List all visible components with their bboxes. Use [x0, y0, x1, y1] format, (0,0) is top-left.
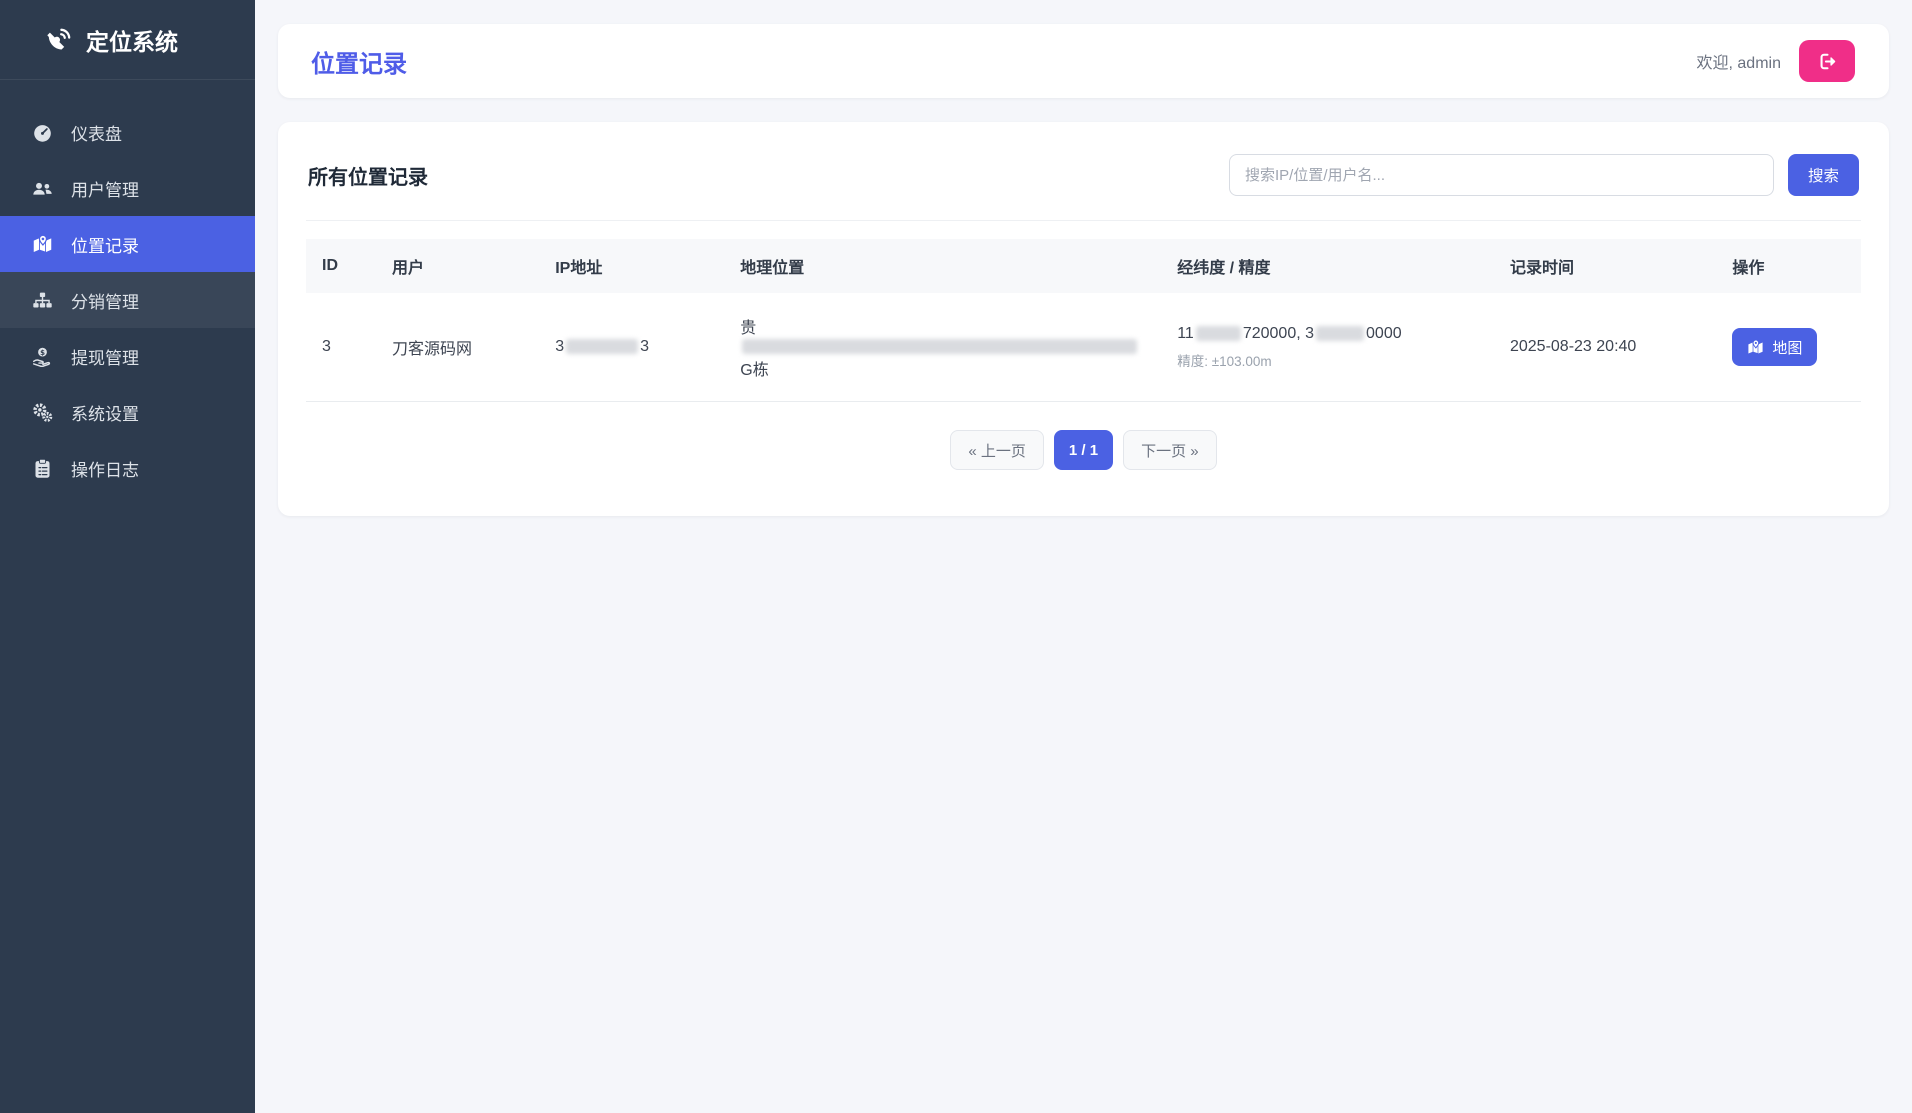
records-card: 所有位置记录 搜索 ID 用户 IP地址 地理位置 经纬度 / 精度 记录时间 …: [278, 122, 1889, 516]
search-input[interactable]: [1229, 154, 1774, 196]
map-button-label: 地图: [1772, 337, 1802, 358]
pagination: « 上一页 1 / 1 下一页 »: [306, 430, 1861, 470]
sign-out-icon: [1818, 52, 1837, 71]
gauge-icon: [30, 122, 54, 143]
coord-mid: 720000, 3: [1243, 325, 1314, 342]
welcome-text: 欢迎, admin: [1697, 49, 1781, 73]
sidebar-nav: 仪表盘 用户管理 位置记录 分销管理: [0, 80, 255, 496]
column-header-id: ID: [306, 239, 376, 293]
sidebar-item-distribution[interactable]: 分销管理: [0, 272, 255, 328]
column-header-actions: 操作: [1716, 239, 1861, 293]
sidebar-item-label: 系统设置: [71, 400, 139, 425]
gears-icon: [30, 402, 54, 423]
column-header-location: 地理位置: [724, 239, 1161, 293]
ip-redacted-blur: [566, 339, 638, 354]
app-logo: 定位系统: [0, 0, 255, 80]
cell-coordinates: 11 720000, 3 0000 精度: ±103.00m: [1161, 293, 1494, 402]
sidebar-item-settings[interactable]: 系统设置: [0, 384, 255, 440]
logout-button[interactable]: [1799, 40, 1855, 82]
search-button[interactable]: 搜索: [1788, 154, 1859, 196]
location-redacted-blur: [742, 339, 1137, 354]
table-header: ID 用户 IP地址 地理位置 经纬度 / 精度 记录时间 操作: [306, 239, 1861, 293]
table-row: 3 刀客源码网 33 贵G栋 11720000, 30000 精度: ±103.…: [306, 293, 1861, 402]
next-page-button[interactable]: 下一页 »: [1123, 430, 1217, 470]
user-area: 欢迎, admin: [1697, 40, 1855, 82]
sidebar-item-label: 仪表盘: [71, 120, 122, 145]
cell-actions: 地图: [1716, 293, 1861, 402]
satellite-dish-icon: [46, 27, 72, 53]
sidebar-item-label: 提现管理: [71, 344, 139, 369]
records-title: 所有位置记录: [308, 161, 428, 190]
sidebar-item-label: 操作日志: [71, 456, 139, 481]
app-title: 定位系统: [86, 23, 178, 57]
column-header-time: 记录时间: [1494, 239, 1716, 293]
search-area: 搜索: [1229, 154, 1859, 196]
accuracy-text: 精度: ±103.00m: [1177, 350, 1478, 370]
coordinates-line: 11 720000, 3 0000: [1177, 325, 1478, 343]
coord-redacted-blur-1: [1196, 326, 1241, 341]
sidebar-item-users[interactable]: 用户管理: [0, 160, 255, 216]
ip-prefix: 3: [555, 338, 564, 355]
sitemap-icon: [30, 290, 54, 311]
location-prefix: 贵: [740, 320, 756, 337]
ip-suffix: 3: [640, 338, 649, 355]
clipboard-list-icon: [30, 458, 54, 479]
coord-prefix: 11: [1177, 325, 1194, 342]
app-layout: 定位系统 仪表盘 用户管理 位置记录: [0, 0, 1912, 1113]
cell-id: 3: [306, 293, 376, 402]
prev-page-button[interactable]: « 上一页: [950, 430, 1044, 470]
records-toolbar: 所有位置记录 搜索: [306, 150, 1861, 221]
cell-ip: 33: [539, 293, 724, 402]
sidebar: 定位系统 仪表盘 用户管理 位置记录: [0, 0, 255, 1113]
svg-text:$: $: [40, 348, 45, 356]
sidebar-item-dashboard[interactable]: 仪表盘: [0, 104, 255, 160]
location-suffix: G栋: [740, 362, 768, 379]
page-title: 位置记录: [311, 44, 407, 79]
column-header-coordinates: 经纬度 / 精度: [1161, 239, 1494, 293]
hand-holding-dollar-icon: $: [30, 346, 54, 367]
sidebar-item-logs[interactable]: 操作日志: [0, 440, 255, 496]
column-header-ip: IP地址: [539, 239, 724, 293]
coord-suffix: 0000: [1366, 325, 1402, 342]
coord-redacted-blur-2: [1316, 326, 1364, 341]
sidebar-item-label: 用户管理: [71, 176, 139, 201]
current-page-indicator: 1 / 1: [1054, 430, 1113, 470]
cell-time: 2025-08-23 20:40: [1494, 293, 1716, 402]
cell-user: 刀客源码网: [376, 293, 539, 402]
sidebar-item-label: 位置记录: [71, 232, 139, 257]
map-button[interactable]: 地图: [1732, 328, 1817, 366]
header-card: 位置记录 欢迎, admin: [278, 24, 1889, 98]
records-table: ID 用户 IP地址 地理位置 经纬度 / 精度 记录时间 操作 3 刀客源码网…: [306, 239, 1861, 402]
column-header-user: 用户: [376, 239, 539, 293]
sidebar-item-location-records[interactable]: 位置记录: [0, 216, 255, 272]
users-icon: [30, 178, 54, 199]
cell-location: 贵 G栋: [724, 293, 1161, 402]
sidebar-item-withdrawals[interactable]: $ 提现管理: [0, 328, 255, 384]
map-icon: [1747, 339, 1764, 356]
main-area: 位置记录 欢迎, admin 所有位置记录 搜索: [255, 0, 1912, 1113]
sidebar-item-label: 分销管理: [71, 288, 139, 313]
map-marked-icon: [30, 234, 54, 255]
